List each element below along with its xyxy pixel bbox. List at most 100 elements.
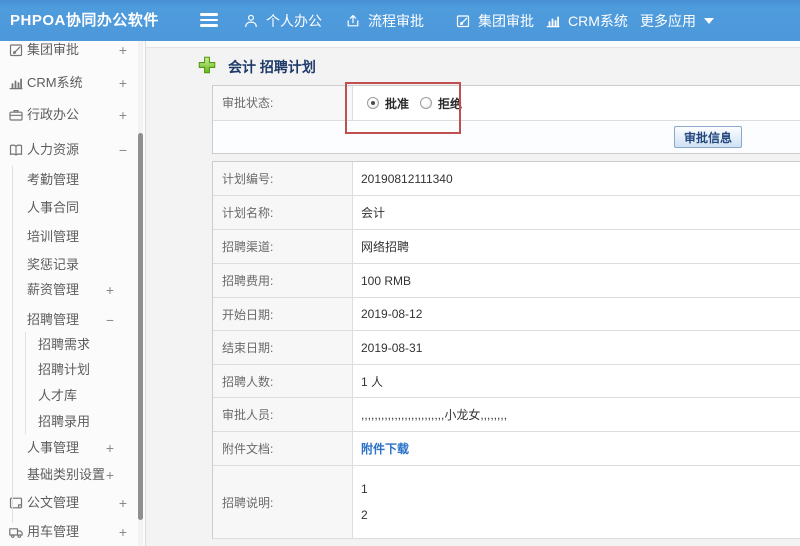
nav-item-personal-office[interactable]: 个人办公 [243, 0, 322, 41]
sidebar-item-label: 人力资源 [27, 142, 80, 157]
approval-option-approve: 批准 [367, 95, 409, 112]
sidebar-item-recruit-plan[interactable]: 招聘计划 [0, 356, 137, 384]
sidebar-item-label: 基础类别设置 [27, 467, 106, 482]
sidebar-item-document-mgmt[interactable]: 公文管理 + [0, 489, 137, 517]
nav-item-crm-system[interactable]: CRM系统 [545, 0, 628, 41]
detail-value-line: 1 [361, 482, 368, 496]
detail-value-cell: ,,,,,,,,,,,,,,,,,,,,,,,,,小龙女,,,,,,,, [353, 398, 800, 431]
add-icon[interactable] [198, 56, 216, 74]
detail-row-attachment: 附件文档: 附件下载 [213, 432, 800, 466]
collapse-icon[interactable]: − [117, 136, 129, 164]
doc-icon [8, 495, 24, 511]
sidebar-item-reward-punish[interactable]: 奖惩记录 [0, 251, 137, 279]
tree-line-level1 [12, 166, 13, 523]
sidebar-item-label: CRM系统 [27, 75, 83, 90]
detail-row-plan-number: 计划编号: 20190812111340 [213, 162, 800, 196]
collapse-icon[interactable]: − [104, 306, 116, 334]
detail-label: 附件文档: [213, 432, 353, 465]
sidebar-item-label: 培训管理 [27, 229, 80, 244]
page-title: 会计 招聘计划 [228, 59, 316, 75]
sidebar-item-label: 集团审批 [27, 42, 80, 57]
detail-label: 计划名称: [213, 196, 353, 229]
sidebar-item-group-approval[interactable]: 集团审批 + [0, 36, 137, 64]
briefcase-icon [8, 107, 24, 123]
sidebar-item-training-mgmt[interactable]: 培训管理 [0, 223, 137, 251]
sidebar-item-label: 考勤管理 [27, 172, 80, 187]
detail-value-cell: 20190812111340 [353, 162, 800, 195]
radio-button[interactable] [420, 97, 433, 109]
caret-down-icon [704, 17, 714, 24]
nav-item-group-approval[interactable]: 集团审批 [455, 0, 534, 41]
approval-info-button[interactable]: 审批信息 [674, 126, 743, 148]
detail-value-cell: 12 [353, 466, 800, 538]
expand-icon[interactable]: + [117, 69, 129, 97]
nav-item-label: 流程审批 [368, 12, 424, 29]
sidebar-item-label: 人事管理 [27, 440, 80, 455]
detail-row-recruit-channel: 招聘渠道: 网络招聘 [213, 230, 800, 264]
sidebar-item-label: 公文管理 [27, 495, 80, 510]
detail-value: 1 人 [361, 374, 384, 389]
detail-value: 2019-08-31 [361, 340, 423, 355]
sidebar-item-salary-mgmt[interactable]: 薪资管理 + [0, 276, 137, 304]
top-navbar: PHPOA协同办公软件 个人办公 流程审批 集团审批 CRM系统 更多应用 [0, 0, 800, 41]
sidebar-item-recruit-demand[interactable]: 招聘需求 [0, 331, 137, 359]
sidebar-item-vehicle-mgmt[interactable]: 用车管理 + [0, 518, 137, 546]
nav-item-flow-approval[interactable]: 流程审批 [345, 0, 424, 41]
sidebar-item-label: 招聘需求 [38, 337, 91, 352]
expand-icon[interactable]: + [117, 518, 129, 546]
sidebar-item-hr-contract[interactable]: 人事合同 [0, 194, 137, 222]
expand-icon[interactable]: + [104, 434, 116, 462]
sidebar-item-personnel-mgmt[interactable]: 人事管理 + [0, 434, 137, 462]
tree-line-level2 [25, 332, 26, 434]
sidebar-item-admin-office[interactable]: 行政办公 + [0, 101, 137, 129]
expand-icon[interactable]: + [104, 276, 116, 304]
radio-button-selected[interactable] [367, 97, 379, 109]
sidebar-item-recruit-mgmt[interactable]: 招聘管理 − [0, 306, 137, 334]
sidebar-item-label: 招聘录用 [38, 414, 91, 429]
chart-icon [545, 13, 561, 29]
sidebar-item-talent-pool[interactable]: 人才库 [0, 382, 137, 410]
nav-item-label: 集团审批 [478, 12, 534, 29]
detail-value-cell: 2019-08-12 [353, 298, 800, 330]
detail-value-cell: 会计 [353, 196, 800, 229]
detail-row-recruit-note: 招聘说明: 1 2 [213, 466, 800, 539]
detail-row-recruit-cost: 招聘费用: 100 RMB [213, 264, 800, 298]
expand-icon[interactable]: + [117, 36, 129, 64]
detail-row-start-date: 开始日期: 2019-08-12 [213, 298, 800, 331]
expand-icon[interactable]: + [104, 461, 116, 489]
sidebar-item-label: 行政办公 [27, 107, 80, 122]
sidebar-item-crm-system[interactable]: CRM系统 + [0, 69, 137, 97]
detail-value: 会计 [361, 206, 386, 220]
detail-value: ,,,,,,,,,,,,,,,,,,,,,,,,,小龙女,,,,,,,, [361, 408, 508, 422]
sidebar-scrollbar-thumb[interactable] [138, 133, 143, 520]
user-icon [243, 13, 259, 29]
attachment-download-link[interactable]: 附件下载 [361, 440, 409, 457]
detail-label: 招聘渠道: [213, 230, 353, 263]
content-top-strip [146, 41, 800, 48]
sidebar: 集团审批 + CRM系统 + 行政办公 + 人力资源 − 考勤管理人事合同培训管理奖惩记录 薪资管… [0, 41, 146, 546]
sidebar-item-label: 人事合同 [27, 200, 80, 215]
sidebar-item-attendance-mgmt[interactable]: 考勤管理 [0, 166, 137, 194]
book-icon [8, 142, 24, 158]
sidebar-item-label: 招聘管理 [27, 312, 80, 327]
expand-icon[interactable]: + [117, 489, 129, 517]
nav-item-more-apps[interactable]: 更多应用 [640, 0, 714, 41]
expand-icon[interactable]: + [117, 101, 129, 129]
detail-value-cell: 100 RMB [353, 264, 800, 297]
detail-label: 招聘说明: [213, 466, 353, 538]
app-logo: PHPOA协同办公软件 [10, 12, 159, 29]
detail-label: 审批人员: [213, 398, 353, 431]
menu-toggle-icon[interactable] [200, 13, 218, 28]
edit-icon [455, 13, 471, 29]
sidebar-item-human-resources[interactable]: 人力资源 − [0, 136, 137, 164]
sidebar-item-base-category[interactable]: 基础类别设置 + [0, 461, 137, 489]
sidebar-item-recruit-hire[interactable]: 招聘录用 [0, 408, 137, 436]
detail-label: 招聘人数: [213, 365, 353, 397]
approval-status-row: 审批状态: 批准 拒绝 [213, 86, 800, 121]
detail-label: 开始日期: [213, 298, 353, 330]
nav-item-label: 更多应用 [640, 12, 696, 29]
detail-label: 招聘费用: [213, 264, 353, 297]
approval-status-panel: 审批状态: 批准 拒绝 审批信息 [212, 85, 800, 154]
recruit-plan-detail-table: 计划编号: 20190812111340 计划名称: 会计 招聘渠道: 网络招聘 招聘费用:… [212, 161, 800, 539]
detail-value-cell: 网络招聘 [353, 230, 800, 263]
